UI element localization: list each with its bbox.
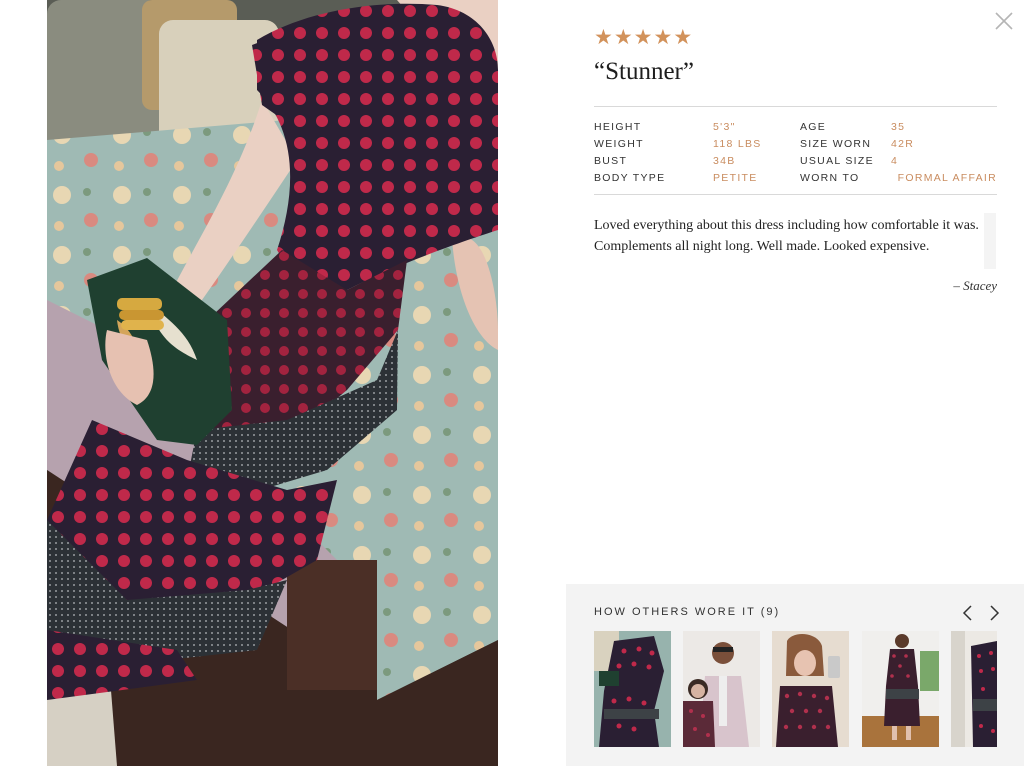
spec-label: BODY TYPE [594, 172, 666, 184]
scrollbar[interactable] [984, 213, 996, 269]
star-icon: ★ [613, 25, 633, 49]
thumbnail[interactable] [951, 631, 997, 747]
spec-label: AGE [800, 121, 827, 133]
spec-value: PETITE [713, 172, 758, 184]
spec-row: HEIGHT 5'3" AGE 35 [594, 118, 997, 135]
spec-value: FORMAL AFFAIR [897, 172, 997, 184]
review-photo [47, 0, 498, 766]
thumbnail-strip [594, 631, 997, 747]
spec-row: BODY TYPE PETITE WORN TO FORMAL AFFAIR [594, 169, 997, 186]
spec-value: 42R [891, 138, 915, 150]
spec-label: SIZE WORN [800, 138, 872, 150]
thumbnail-image [862, 631, 939, 747]
spec-row: WEIGHT 118 LBS SIZE WORN 42R [594, 135, 997, 152]
thumbnail-image [951, 631, 997, 747]
star-icon: ★ [653, 25, 673, 49]
thumbnail[interactable] [594, 631, 671, 747]
spec-value: 34B [713, 155, 736, 167]
review-text: Loved everything about this dress includ… [594, 218, 979, 254]
thumbnail[interactable] [683, 631, 760, 747]
review-author: – Stacey [953, 278, 997, 293]
close-icon [995, 12, 1013, 30]
star-icon: ★ [673, 25, 693, 49]
spec-label: BUST [594, 155, 628, 167]
divider [594, 194, 997, 195]
chevron-left-icon [962, 605, 972, 621]
thumbnail[interactable] [772, 631, 849, 747]
spec-label: WEIGHT [594, 138, 644, 150]
next-button[interactable] [986, 603, 1002, 623]
spec-label: WORN TO [800, 172, 860, 184]
thumbnail[interactable] [862, 631, 939, 747]
prev-button[interactable] [960, 603, 976, 623]
close-button[interactable] [992, 9, 1016, 33]
spec-label: HEIGHT [594, 121, 642, 133]
thumbnail-image [594, 631, 671, 747]
spec-value: 5'3" [713, 121, 736, 133]
review-title: “Stunner” [594, 58, 694, 85]
spec-value: 4 [891, 155, 899, 167]
reviewer-specs: HEIGHT 5'3" AGE 35 WEIGHT 118 LBS SIZE W… [594, 118, 997, 186]
chevron-right-icon [990, 605, 1000, 621]
star-rating: ★ ★ ★ ★ ★ [594, 26, 692, 48]
star-icon: ★ [594, 25, 613, 49]
spec-label: USUAL SIZE [800, 155, 874, 167]
thumbnail-image [683, 631, 760, 747]
spec-value: 35 [891, 121, 906, 133]
others-wore-it-panel: HOW OTHERS WORE IT (9) [566, 584, 1024, 766]
star-icon: ★ [633, 25, 653, 49]
thumbnail-image [772, 631, 849, 747]
spec-row: BUST 34B USUAL SIZE 4 [594, 152, 997, 169]
section-title: HOW OTHERS WORE IT (9) [594, 606, 781, 618]
spec-value: 118 LBS [713, 138, 762, 150]
review-photo-image [47, 0, 498, 766]
divider [594, 106, 997, 107]
